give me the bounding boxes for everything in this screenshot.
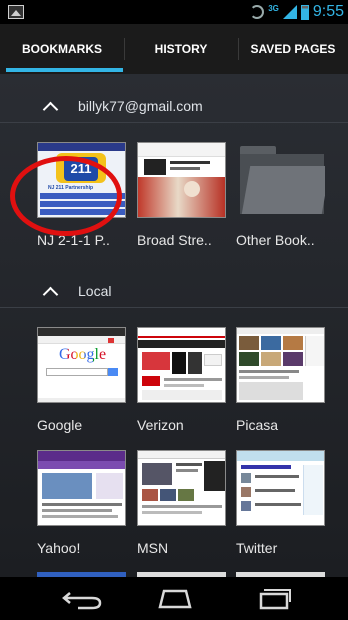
bookmark-label: Yahoo!: [37, 540, 81, 556]
status-bar: 3G 9:55: [0, 0, 348, 24]
network-type-label: 3G: [268, 4, 279, 13]
bookmark-label: MSN: [137, 540, 169, 556]
recent-apps-icon: [259, 589, 291, 610]
bookmark-label: Twitter: [236, 540, 278, 556]
tab-bar: BOOKMARKS HISTORY SAVED PAGES: [0, 24, 348, 74]
section-title: Local: [78, 283, 112, 299]
bookmark-thumbnail: [137, 450, 226, 526]
bookmark-tile-msn[interactable]: MSN: [137, 450, 226, 556]
folder-icon: [240, 146, 325, 214]
highlight-ring-annotation: [10, 156, 122, 236]
system-navigation-bar: [0, 577, 348, 620]
sync-icon: [250, 5, 265, 19]
bookmark-thumbnail: [37, 450, 126, 526]
battery-icon: [300, 4, 309, 20]
signal-icon: [282, 5, 297, 19]
tab-saved-pages[interactable]: SAVED PAGES: [238, 24, 348, 74]
bookmark-tile-google[interactable]: Google Google: [37, 327, 126, 433]
section-divider: [0, 122, 348, 123]
clock: 9:55: [312, 3, 344, 20]
bookmark-thumbnail: [137, 142, 226, 218]
bookmark-tile-verizon[interactable]: Verizon: [137, 327, 226, 433]
bookmark-label: Verizon: [137, 417, 184, 433]
section-header-local[interactable]: Local: [0, 271, 348, 311]
section-title: billyk77@gmail.com: [78, 98, 203, 114]
picture-notification-icon: [8, 5, 24, 19]
bookmark-thumbnail: [137, 327, 226, 403]
bookmark-tile-yahoo[interactable]: Yahoo!: [37, 450, 126, 556]
bookmark-folder-other[interactable]: Other Book..: [236, 142, 325, 248]
google-logo-text: Google: [58, 346, 107, 363]
bookmark-label: Picasa: [236, 417, 279, 433]
home-icon: [158, 589, 192, 609]
recent-apps-button[interactable]: [237, 577, 307, 620]
bookmarks-grid[interactable]: billyk77@gmail.com 211 NJ 211 Partnershi…: [0, 74, 348, 577]
home-button[interactable]: [140, 577, 210, 620]
bookmark-tile-twitter[interactable]: Twitter: [236, 450, 325, 556]
section-divider: [0, 307, 348, 308]
bookmark-tile-picasa[interactable]: Picasa: [236, 327, 325, 433]
folder-thumbnail: [236, 142, 325, 218]
google-logo: Google: [38, 346, 125, 364]
bookmark-label: Broad Stre..: [137, 232, 212, 248]
bookmark-label: Google: [37, 417, 83, 433]
bookmark-tile-broad-street[interactable]: Broad Stre..: [137, 142, 226, 248]
selected-tab-indicator: [6, 68, 123, 72]
back-button[interactable]: [48, 577, 118, 620]
chevron-up-icon: [42, 101, 59, 117]
tab-history[interactable]: HISTORY: [124, 24, 238, 74]
bookmark-thumbnail: Google: [37, 327, 126, 403]
bookmark-label: Other Book..: [236, 232, 315, 248]
chevron-up-icon: [42, 286, 59, 302]
bookmark-thumbnail: [236, 327, 325, 403]
status-indicators: 3G 9:55: [250, 2, 344, 22]
bookmark-thumbnail: [236, 450, 325, 526]
section-header-account[interactable]: billyk77@gmail.com: [0, 86, 348, 126]
back-icon: [62, 592, 102, 610]
tab-bookmarks[interactable]: BOOKMARKS: [0, 24, 124, 74]
